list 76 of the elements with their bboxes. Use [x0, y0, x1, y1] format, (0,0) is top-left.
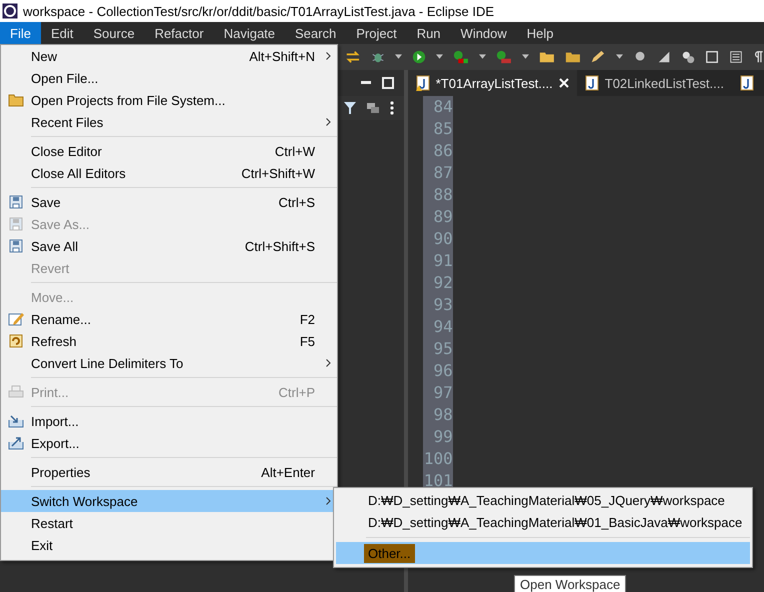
- menu-bar-item[interactable]: Source: [83, 22, 145, 44]
- caret-icon[interactable]: [394, 54, 402, 60]
- menu-bar-item[interactable]: Run: [406, 22, 451, 44]
- line-number: 86: [433, 140, 453, 162]
- tooltip: Open Workspace: [514, 575, 626, 592]
- menu-item[interactable]: Recent Files: [1, 111, 337, 133]
- line-number: 85: [433, 118, 453, 140]
- gears-icon[interactable]: [681, 49, 696, 65]
- caret-icon[interactable]: [616, 54, 624, 60]
- caret-icon[interactable]: [522, 54, 529, 60]
- menu-bar-item[interactable]: Refactor: [144, 22, 214, 44]
- line-number: 94: [433, 316, 453, 338]
- printer-icon: [8, 384, 24, 400]
- document-icon[interactable]: [705, 49, 720, 65]
- line-number: 91: [433, 250, 453, 272]
- line-number: 100: [424, 448, 453, 470]
- menu-item[interactable]: D:₩D_setting₩A_TeachingMaterial₩01_BasicJava₩workspace: [336, 511, 750, 533]
- folder-icon: [8, 93, 24, 107]
- maximize-icon[interactable]: [382, 77, 394, 89]
- layers-icon[interactable]: [366, 101, 380, 115]
- export-icon: [8, 436, 24, 450]
- menu-item[interactable]: Exit: [1, 534, 337, 556]
- menu-bar-item[interactable]: Search: [285, 22, 346, 44]
- menu-item[interactable]: Convert Line Delimiters To: [1, 352, 337, 374]
- line-number: 88: [433, 184, 453, 206]
- filter-icon[interactable]: [344, 101, 356, 115]
- menu-item[interactable]: Open File...: [1, 67, 337, 89]
- swap-arrows-icon[interactable]: [345, 49, 361, 65]
- line-number: 89: [433, 206, 453, 228]
- menu-item[interactable]: Properties Alt+Enter: [1, 461, 337, 483]
- menu-item[interactable]: Close All Editors Ctrl+Shift+W: [1, 162, 337, 184]
- line-number: 99: [433, 426, 453, 448]
- menu-item[interactable]: D:₩D_setting₩A_TeachingMaterial₩05_JQuery₩workspace: [336, 489, 750, 511]
- menu-bar-item[interactable]: Help: [516, 22, 564, 44]
- line-number: 92: [433, 272, 453, 294]
- menu-item[interactable]: Close Editor Ctrl+W: [1, 140, 337, 162]
- menu-item[interactable]: Refresh F5: [1, 330, 337, 352]
- coverage-icon[interactable]: [453, 49, 469, 65]
- java-file-icon: [740, 75, 754, 91]
- line-number: 97: [433, 382, 453, 404]
- menu-item[interactable]: Import...: [1, 410, 337, 432]
- menu-bar-item[interactable]: File: [0, 22, 41, 44]
- more-options-icon[interactable]: [390, 101, 394, 115]
- pencil-icon: [8, 311, 24, 327]
- menu-item[interactable]: Save All Ctrl+Shift+S: [1, 235, 337, 257]
- menu-item[interactable]: Restart: [1, 512, 337, 534]
- list-icon[interactable]: [729, 49, 744, 65]
- line-number: 90: [433, 228, 453, 250]
- pilcrow-icon[interactable]: [753, 49, 764, 65]
- line-number: 93: [433, 294, 453, 316]
- menu-item[interactable]: Open Projects from File System...: [1, 89, 337, 111]
- close-icon[interactable]: [558, 78, 569, 88]
- refresh-icon: [8, 333, 24, 349]
- line-number: 96: [433, 360, 453, 382]
- menu-bar-item[interactable]: Project: [346, 22, 407, 44]
- java-file-icon: [416, 75, 430, 91]
- line-number: 84: [433, 96, 453, 118]
- external-tools-icon[interactable]: [496, 49, 512, 65]
- editor-tab[interactable]: *T01ArrayListTest....: [408, 70, 577, 96]
- menu-item[interactable]: Save Ctrl+S: [1, 191, 337, 213]
- menu-bar-item[interactable]: Navigate: [214, 22, 286, 44]
- window-title: workspace - CollectionTest/src/kr/or/ddit/basic/T01ArrayListTest.java - Eclipse IDE: [23, 4, 494, 18]
- menu-item[interactable]: Rename... F2: [1, 308, 337, 330]
- line-number: 95: [433, 338, 453, 360]
- line-number: 98: [433, 404, 453, 426]
- menu-bar-item[interactable]: Window: [450, 22, 517, 44]
- run-icon[interactable]: [412, 49, 426, 65]
- menu-item[interactable]: Export...: [1, 432, 337, 454]
- import-icon: [8, 414, 24, 428]
- line-number: 87: [433, 162, 453, 184]
- caret-icon[interactable]: [478, 54, 486, 60]
- line-number: 101: [424, 470, 453, 492]
- menu-bar-item[interactable]: Edit: [40, 22, 84, 44]
- caret-icon[interactable]: [436, 54, 443, 60]
- java-file-icon: [584, 75, 599, 91]
- pencil-icon[interactable]: [590, 49, 606, 65]
